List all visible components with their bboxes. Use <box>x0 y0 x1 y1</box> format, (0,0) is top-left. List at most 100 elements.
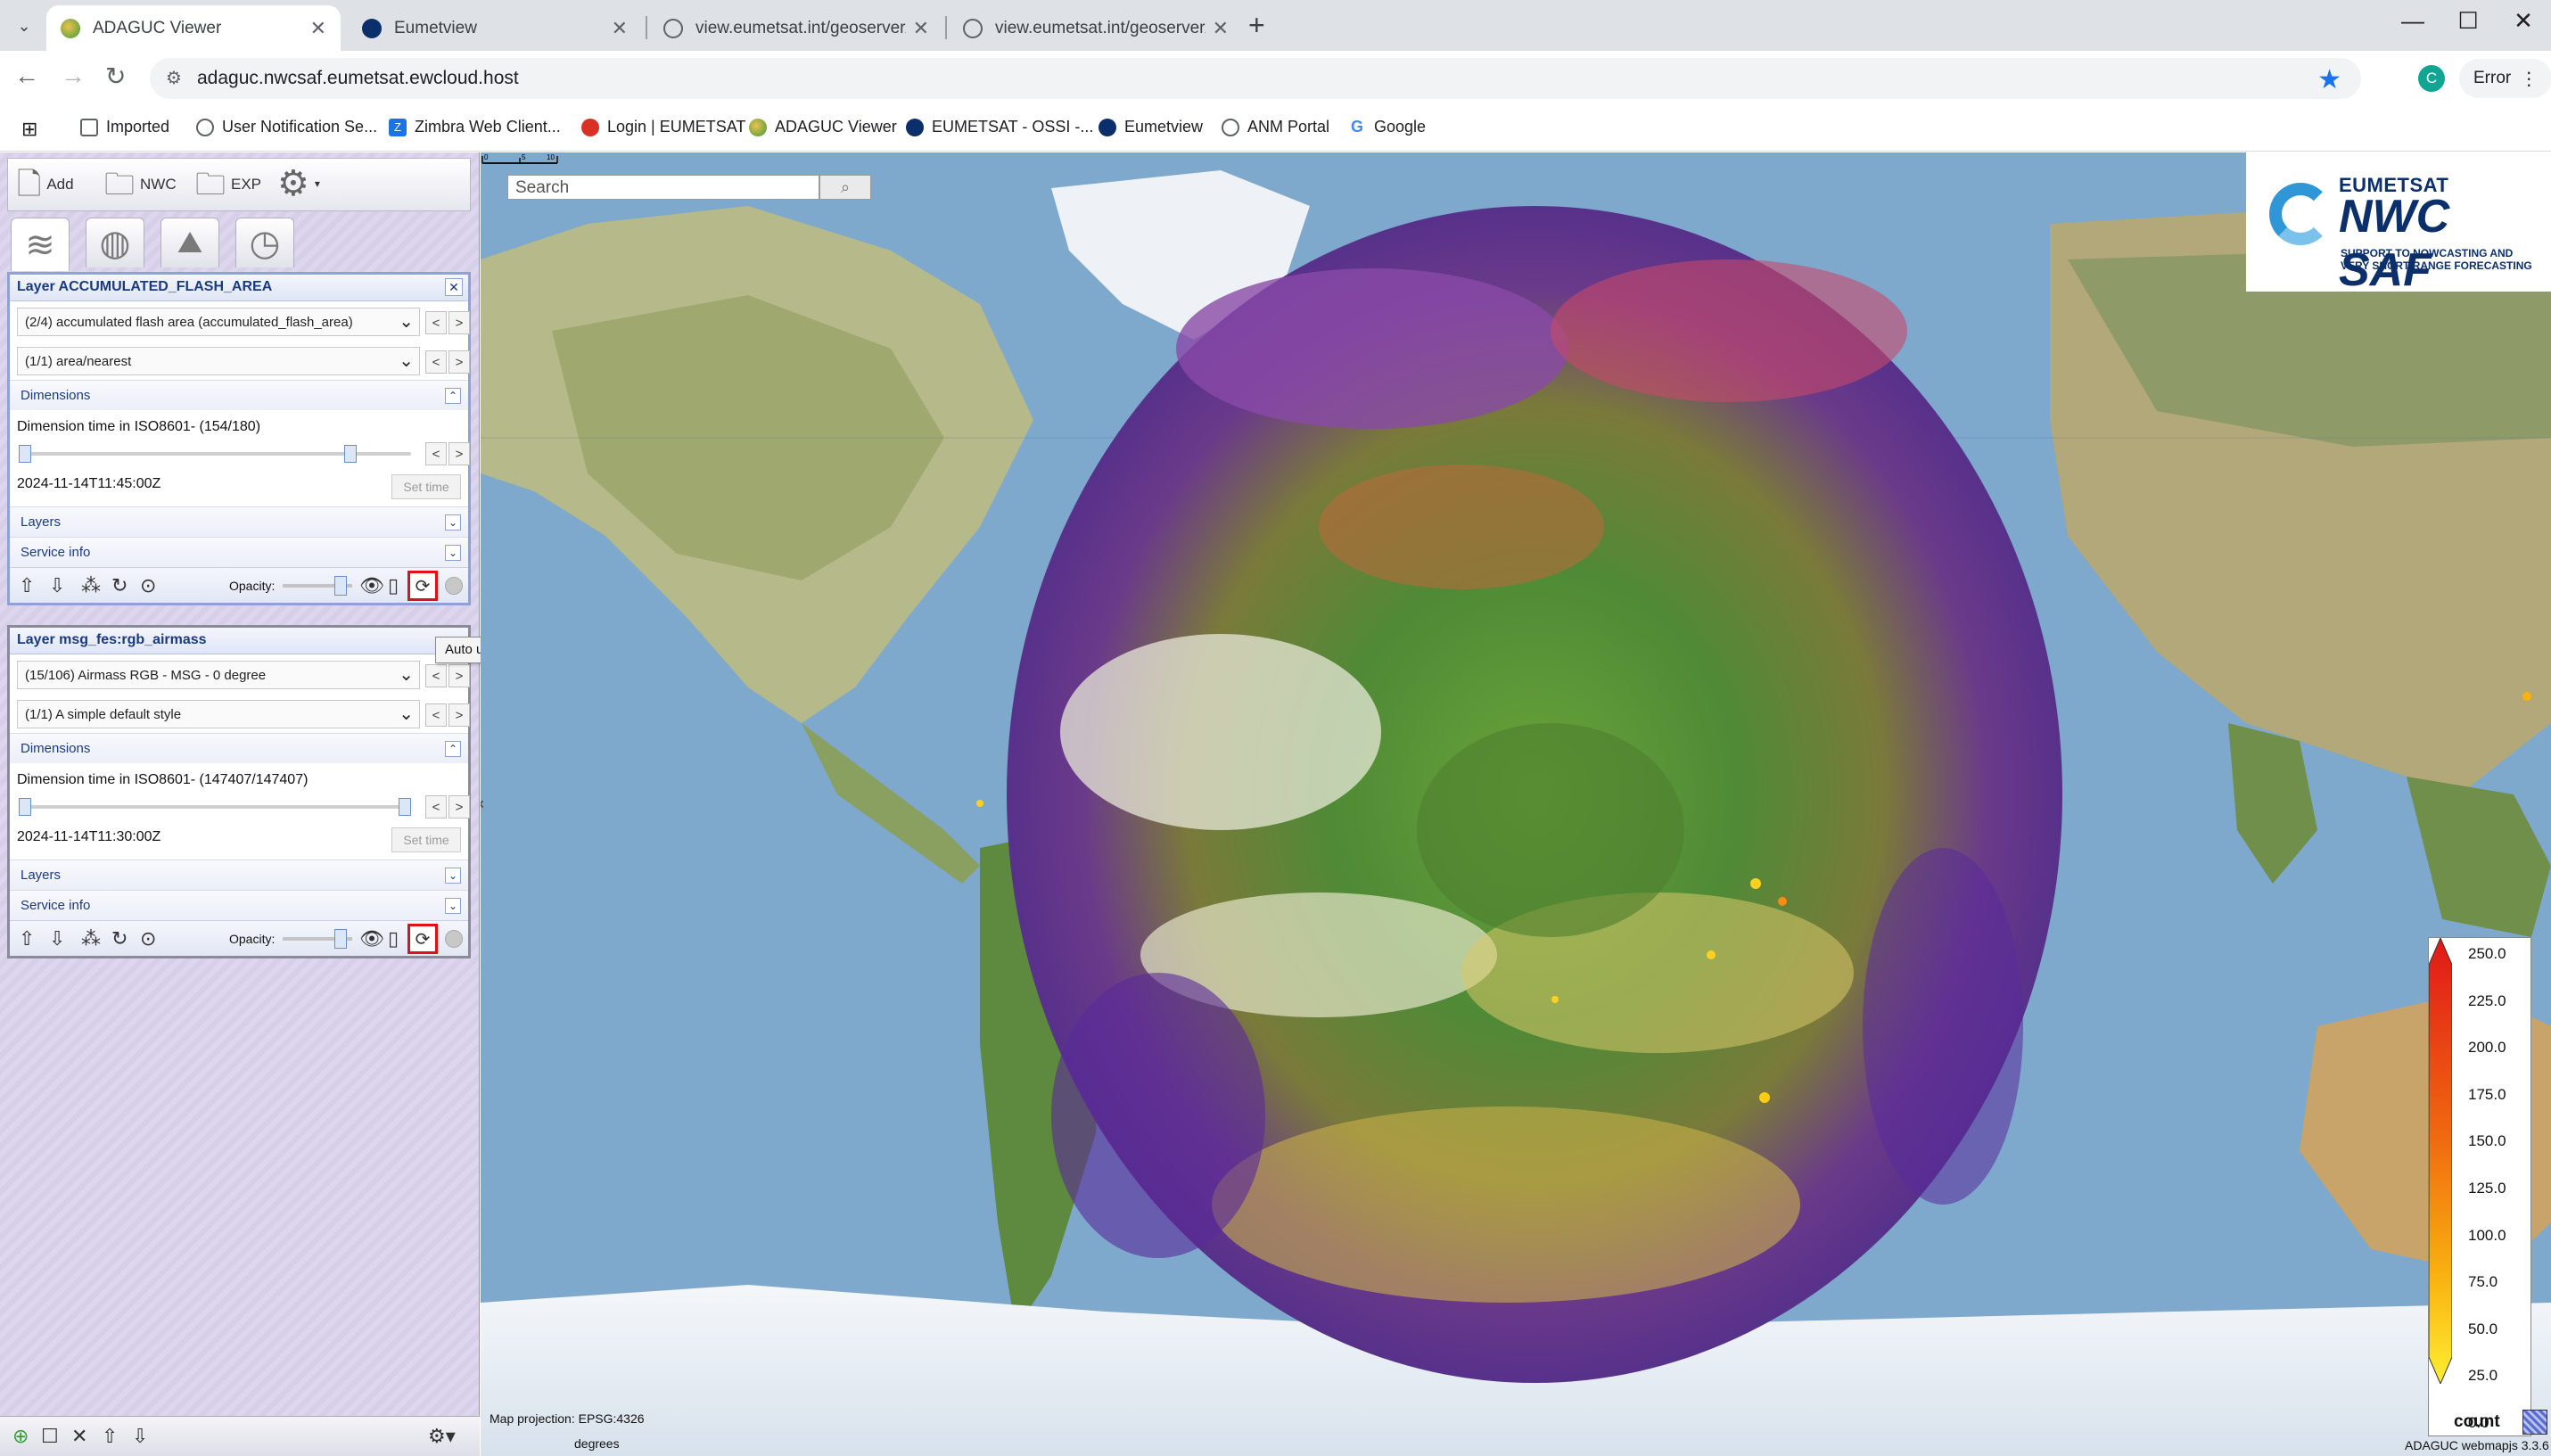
tab-map-overlays[interactable]: ⛰ <box>160 218 219 267</box>
layers-section[interactable]: Layers ⌄ <box>10 506 468 537</box>
previous-variable-button[interactable]: < <box>425 664 447 687</box>
add-layer-icon[interactable]: ⊕ <box>12 1425 29 1448</box>
opacity-slider-handle[interactable] <box>334 576 347 596</box>
tab-search-chevron-icon[interactable]: ⌄ <box>11 12 37 39</box>
map-viewport[interactable]: Search ⌕ EUMETSAT NWC SAF SUPPORT TO NOW… <box>481 152 2551 1456</box>
map-search-input[interactable]: Search <box>507 175 819 200</box>
move-layer-down-icon[interactable]: ⇩ <box>132 1425 148 1448</box>
refresh-icon[interactable]: ↻ <box>111 927 128 950</box>
browser-tab-geoserver-1[interactable]: view.eumetsat.int/geoserver/wr ✕ <box>649 5 943 51</box>
browser-tab-eumetview[interactable]: Eumetview ✕ <box>348 5 642 51</box>
bookmark-user-notification[interactable]: User Notification Se... <box>196 118 377 136</box>
grid-toggle-icon[interactable] <box>2522 1410 2547 1435</box>
exp-button[interactable]: 🗀 EXP <box>195 169 261 200</box>
time-slider-start-handle[interactable] <box>19 798 31 816</box>
next-variable-button[interactable]: > <box>448 311 470 334</box>
settings-dots-icon[interactable]: ⁂ <box>81 927 101 950</box>
tab-basemap[interactable]: ◍ <box>86 218 144 267</box>
close-tab-icon[interactable]: ✕ <box>1213 17 1229 40</box>
next-time-button[interactable]: > <box>448 795 470 818</box>
bookmark-anm-portal[interactable]: ANM Portal <box>1222 118 1329 136</box>
add-layer-button[interactable]: 🗋 Add <box>17 169 74 200</box>
variable-select[interactable]: (2/4) accumulated flash area (accumulate… <box>17 308 420 336</box>
bookmark-google[interactable]: G Google <box>1348 118 1426 136</box>
close-tab-icon[interactable]: ✕ <box>310 17 326 40</box>
delete-layer-icon[interactable]: ✕ <box>71 1425 87 1448</box>
nwc-button[interactable]: 🗀 NWC <box>104 169 177 200</box>
auto-update-button[interactable]: ⟳ <box>407 571 438 601</box>
next-style-button[interactable]: > <box>448 350 470 374</box>
error-menu-button[interactable]: Error ⋮ <box>2459 59 2551 98</box>
move-layer-up-icon[interactable]: ⇧ <box>102 1425 118 1448</box>
refresh-icon[interactable]: ↻ <box>111 574 128 597</box>
previous-style-button[interactable]: < <box>425 703 447 727</box>
settings-dots-icon[interactable]: ⁂ <box>81 574 101 597</box>
browser-tab-geoserver-2[interactable]: view.eumetsat.int/geoserver/wr ✕ <box>949 5 1243 51</box>
dimensions-section[interactable]: Dimensions ⌃ <box>10 733 468 763</box>
layers-section[interactable]: Layers ⌄ <box>10 860 468 890</box>
move-up-icon[interactable]: ⇧ <box>19 574 35 597</box>
panel-settings-gear-icon[interactable]: ⚙▾ <box>428 1425 456 1448</box>
search-icon[interactable]: ⌕ <box>819 175 871 200</box>
set-time-button[interactable]: Set time <box>391 474 461 499</box>
expand-down-icon[interactable]: ⌄ <box>445 868 461 884</box>
next-style-button[interactable]: > <box>448 703 470 727</box>
previous-time-button[interactable]: < <box>425 795 447 818</box>
bookmark-eumetview[interactable]: Eumetview <box>1099 118 1203 136</box>
collapse-up-icon[interactable]: ⌃ <box>445 388 461 404</box>
forward-arrow-icon[interactable]: → <box>61 62 86 90</box>
play-icon[interactable]: ⊙ <box>140 574 156 597</box>
map-canvas[interactable] <box>481 152 2551 1456</box>
auto-update-button[interactable]: ⟳ <box>407 924 438 954</box>
next-variable-button[interactable]: > <box>448 664 470 687</box>
close-tab-icon[interactable]: ✕ <box>612 17 628 40</box>
tab-time[interactable]: ◷ <box>235 218 294 267</box>
move-down-icon[interactable]: ⇩ <box>49 927 65 950</box>
visibility-eye-icon[interactable]: 👁 <box>359 574 384 597</box>
tab-layers[interactable]: ≋ <box>11 218 70 271</box>
set-time-button[interactable]: Set time <box>391 827 461 852</box>
expand-down-icon[interactable]: ⌄ <box>445 514 461 531</box>
previous-time-button[interactable]: < <box>425 442 447 465</box>
site-settings-icon[interactable]: ⚙ <box>166 67 182 89</box>
bookmark-eumetsat-ossi[interactable]: EUMETSAT - OSSI -... <box>906 118 1093 136</box>
bookmark-adaguc-viewer[interactable]: ADAGUC Viewer <box>749 118 897 136</box>
style-select[interactable]: (1/1) A simple default style ⌄ <box>17 700 420 728</box>
bookmark-login-eumetsat[interactable]: Login | EUMETSAT <box>581 118 745 136</box>
service-info-section[interactable]: Service info ⌄ <box>10 890 468 920</box>
profile-avatar[interactable]: C <box>2418 65 2445 92</box>
previous-style-button[interactable]: < <box>425 350 447 374</box>
browser-tab-adaguc[interactable]: ADAGUC Viewer ✕ <box>46 5 341 51</box>
expand-down-icon[interactable]: ⌄ <box>445 898 461 914</box>
service-info-section[interactable]: Service info ⌄ <box>10 537 468 567</box>
time-slider-handle[interactable] <box>343 445 357 463</box>
dimensions-section[interactable]: Dimensions ⌃ <box>10 380 468 410</box>
apps-grid-icon[interactable]: ⊞ <box>21 118 37 141</box>
move-down-icon[interactable]: ⇩ <box>49 574 65 597</box>
move-up-icon[interactable]: ⇧ <box>19 927 35 950</box>
visibility-eye-icon[interactable]: 👁 <box>359 927 384 950</box>
style-select[interactable]: (1/1) area/nearest ⌄ <box>17 347 420 375</box>
next-time-button[interactable]: > <box>448 442 470 465</box>
bookmark-star-icon[interactable]: ★ <box>2317 64 2341 95</box>
duplicate-layer-icon[interactable]: ☐ <box>41 1425 59 1448</box>
variable-select[interactable]: (15/106) Airmass RGB - MSG - 0 degree ⌄ <box>17 661 420 689</box>
collapse-up-icon[interactable]: ⌃ <box>445 741 461 757</box>
collapse-panel-arrow-icon[interactable]: ‹ <box>481 794 484 813</box>
new-tab-plus-icon[interactable]: + <box>1248 9 1265 42</box>
legend-bar-icon[interactable]: ▯ <box>388 574 399 597</box>
maximize-icon[interactable]: ☐ <box>2441 7 2495 35</box>
omnibox[interactable]: ⚙ adaguc.nwcsaf.eumetsat.ewcloud.host ★ <box>150 58 2361 99</box>
back-arrow-icon[interactable]: ← <box>14 62 39 90</box>
minimize-icon[interactable]: — <box>2386 7 2440 35</box>
bookmark-zimbra[interactable]: Z Zimbra Web Client... <box>389 118 561 136</box>
close-tab-icon[interactable]: ✕ <box>913 17 929 40</box>
expand-down-icon[interactable]: ⌄ <box>445 545 461 561</box>
opacity-slider-handle[interactable] <box>334 929 347 949</box>
close-icon[interactable]: ✕ <box>445 278 463 296</box>
bookmark-imported[interactable]: Imported <box>80 118 169 136</box>
reload-icon[interactable]: ↻ <box>105 62 126 91</box>
time-slider-handle[interactable] <box>399 798 411 816</box>
close-window-icon[interactable]: ✕ <box>2497 7 2550 35</box>
time-slider-track[interactable] <box>22 805 411 809</box>
